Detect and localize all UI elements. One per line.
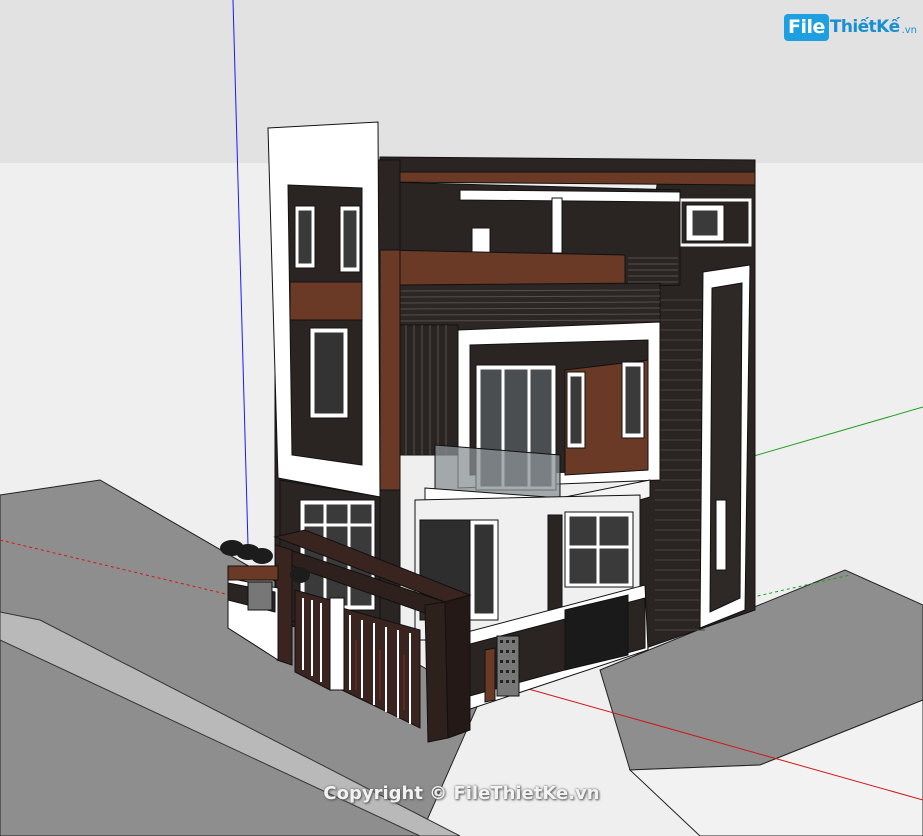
left-tower-wood	[379, 249, 401, 491]
frame-window-3-pane	[313, 331, 345, 415]
filethietke-logo: File ThiếtKế .vn	[784, 10, 917, 44]
left-fence-wood	[227, 565, 279, 581]
logo-wordmark: ThiếtKế	[829, 17, 900, 37]
balcony-window-right-pane	[624, 365, 642, 435]
side-window	[715, 499, 727, 571]
fence-lattice	[496, 635, 520, 697]
top-window-left	[471, 227, 491, 254]
frame-window-2-pane	[342, 209, 358, 269]
ground-window-center-pane	[473, 523, 495, 615]
logo-tld: .vn	[901, 24, 918, 36]
second-floor-vertical-slats	[397, 324, 459, 456]
gate-post-right-front	[444, 594, 471, 739]
top-window-white-post	[551, 197, 563, 254]
ground-pillar-dark	[547, 514, 563, 616]
logo-file-badge: File	[784, 13, 829, 41]
balcony-window-mid-pane	[569, 375, 583, 445]
viewport[interactable]: File ThiếtKế .vn Copyright © FileThietKe…	[0, 0, 923, 836]
left-fence-lattice	[247, 581, 273, 611]
sketchup-3d-model	[0, 0, 923, 836]
top-pergola	[459, 189, 681, 203]
gate-post-right	[424, 601, 449, 743]
ground-window-right-panes	[568, 515, 630, 585]
frame-window-1-pane	[297, 209, 313, 265]
side-window-top-pane	[691, 209, 719, 237]
gate-pillar-white	[329, 597, 345, 691]
front-fence-wood	[484, 647, 496, 703]
frame-wood-panel	[289, 281, 363, 321]
